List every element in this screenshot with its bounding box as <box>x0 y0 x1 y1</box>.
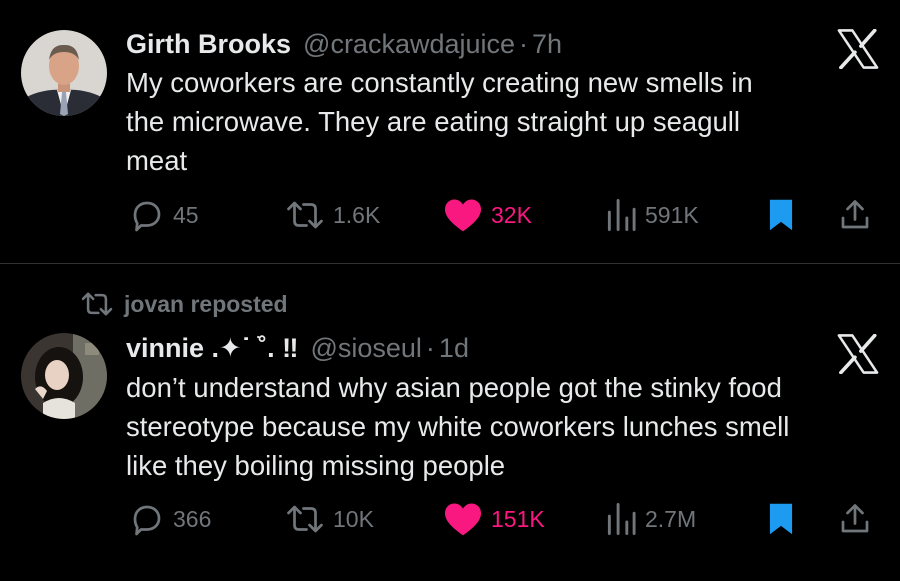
repost-button[interactable]: 1.6K <box>285 195 380 235</box>
tweet-text-line: the microwave. They are eating straight … <box>126 106 740 137</box>
avatar[interactable] <box>21 30 107 116</box>
share-icon <box>841 504 869 533</box>
like-button[interactable]: 32K <box>443 195 532 235</box>
author-handle[interactable]: @sioseul <box>310 333 421 364</box>
repost-arrows-icon <box>287 201 323 229</box>
author-name[interactable]: Girth Brooks <box>126 29 291 60</box>
share-icon <box>841 200 869 229</box>
bar-chart-icon <box>607 503 636 535</box>
tweet-text: My coworkers are constantly creating new… <box>126 63 876 180</box>
reply-count: 45 <box>173 201 199 228</box>
repost-context[interactable]: jovan reposted <box>80 287 288 321</box>
author-name[interactable]: vinnie .✦˙ ֹ˚. ‼ <box>126 333 298 364</box>
tweet-header: vinnie .✦˙ ֹ˚. ‼ @sioseul · 1d <box>126 330 469 366</box>
repost-count: 1.6K <box>333 201 381 228</box>
speech-bubble-icon <box>133 201 161 232</box>
repost-count: 10K <box>333 505 374 532</box>
tweet-text-line: My coworkers are constantly creating new… <box>126 67 753 98</box>
avatar-photo <box>21 30 107 116</box>
view-count: 2.7M <box>645 505 697 532</box>
avatar-photo <box>21 333 107 419</box>
tweet-card[interactable]: jovan reposted vinnie .✦˙ ֹ˚. ‼ @sioseul… <box>0 265 900 581</box>
tweet-text-line: like they boiling missing people <box>126 450 506 481</box>
view-count: 591K <box>645 201 699 228</box>
separator: · <box>425 332 435 363</box>
author-handle[interactable]: @crackawdajuice <box>303 29 515 60</box>
repost-button[interactable]: 10K <box>285 499 374 539</box>
bookmark-icon <box>769 199 793 231</box>
tweet-card[interactable]: Girth Brooks @crackawdajuice · 7h My cow… <box>0 0 900 264</box>
separator: · <box>519 28 529 59</box>
tweet-text: don’t understand why asian people got th… <box>126 368 876 485</box>
avatar[interactable] <box>21 333 107 419</box>
tweet-text-line: meat <box>126 145 188 176</box>
heart-icon <box>445 199 481 232</box>
reply-button[interactable]: 366 <box>129 499 211 539</box>
share-button[interactable] <box>837 195 873 235</box>
repost-arrows-icon <box>81 292 113 316</box>
like-button[interactable]: 151K <box>443 499 545 539</box>
reply-button[interactable]: 45 <box>129 195 199 235</box>
repost-arrows-icon <box>287 505 323 533</box>
tweet-text-line: stereotype because my white coworkers lu… <box>126 411 790 442</box>
action-bar: 45 1.6K 32K 591K <box>0 195 900 235</box>
share-button[interactable] <box>837 499 873 539</box>
timestamp[interactable]: 7h <box>532 29 562 60</box>
action-bar: 366 10K 151K 2.7M <box>0 499 900 539</box>
bookmark-button[interactable] <box>767 195 795 235</box>
heart-icon <box>445 503 481 536</box>
tweet-text-line: don’t understand why asian people got th… <box>126 372 782 403</box>
bar-chart-icon <box>607 198 636 231</box>
timestamp[interactable]: 1d <box>439 333 469 364</box>
bookmark-icon <box>769 503 793 535</box>
views-button[interactable]: 591K <box>605 195 699 235</box>
like-count: 32K <box>491 201 532 228</box>
repost-context-label: jovan reposted <box>124 290 288 317</box>
speech-bubble-icon <box>133 505 161 536</box>
bookmark-button[interactable] <box>767 499 795 539</box>
views-button[interactable]: 2.7M <box>605 499 696 539</box>
reply-count: 366 <box>173 505 212 532</box>
like-count: 151K <box>491 505 545 532</box>
tweet-header: Girth Brooks @crackawdajuice · 7h <box>126 26 562 62</box>
